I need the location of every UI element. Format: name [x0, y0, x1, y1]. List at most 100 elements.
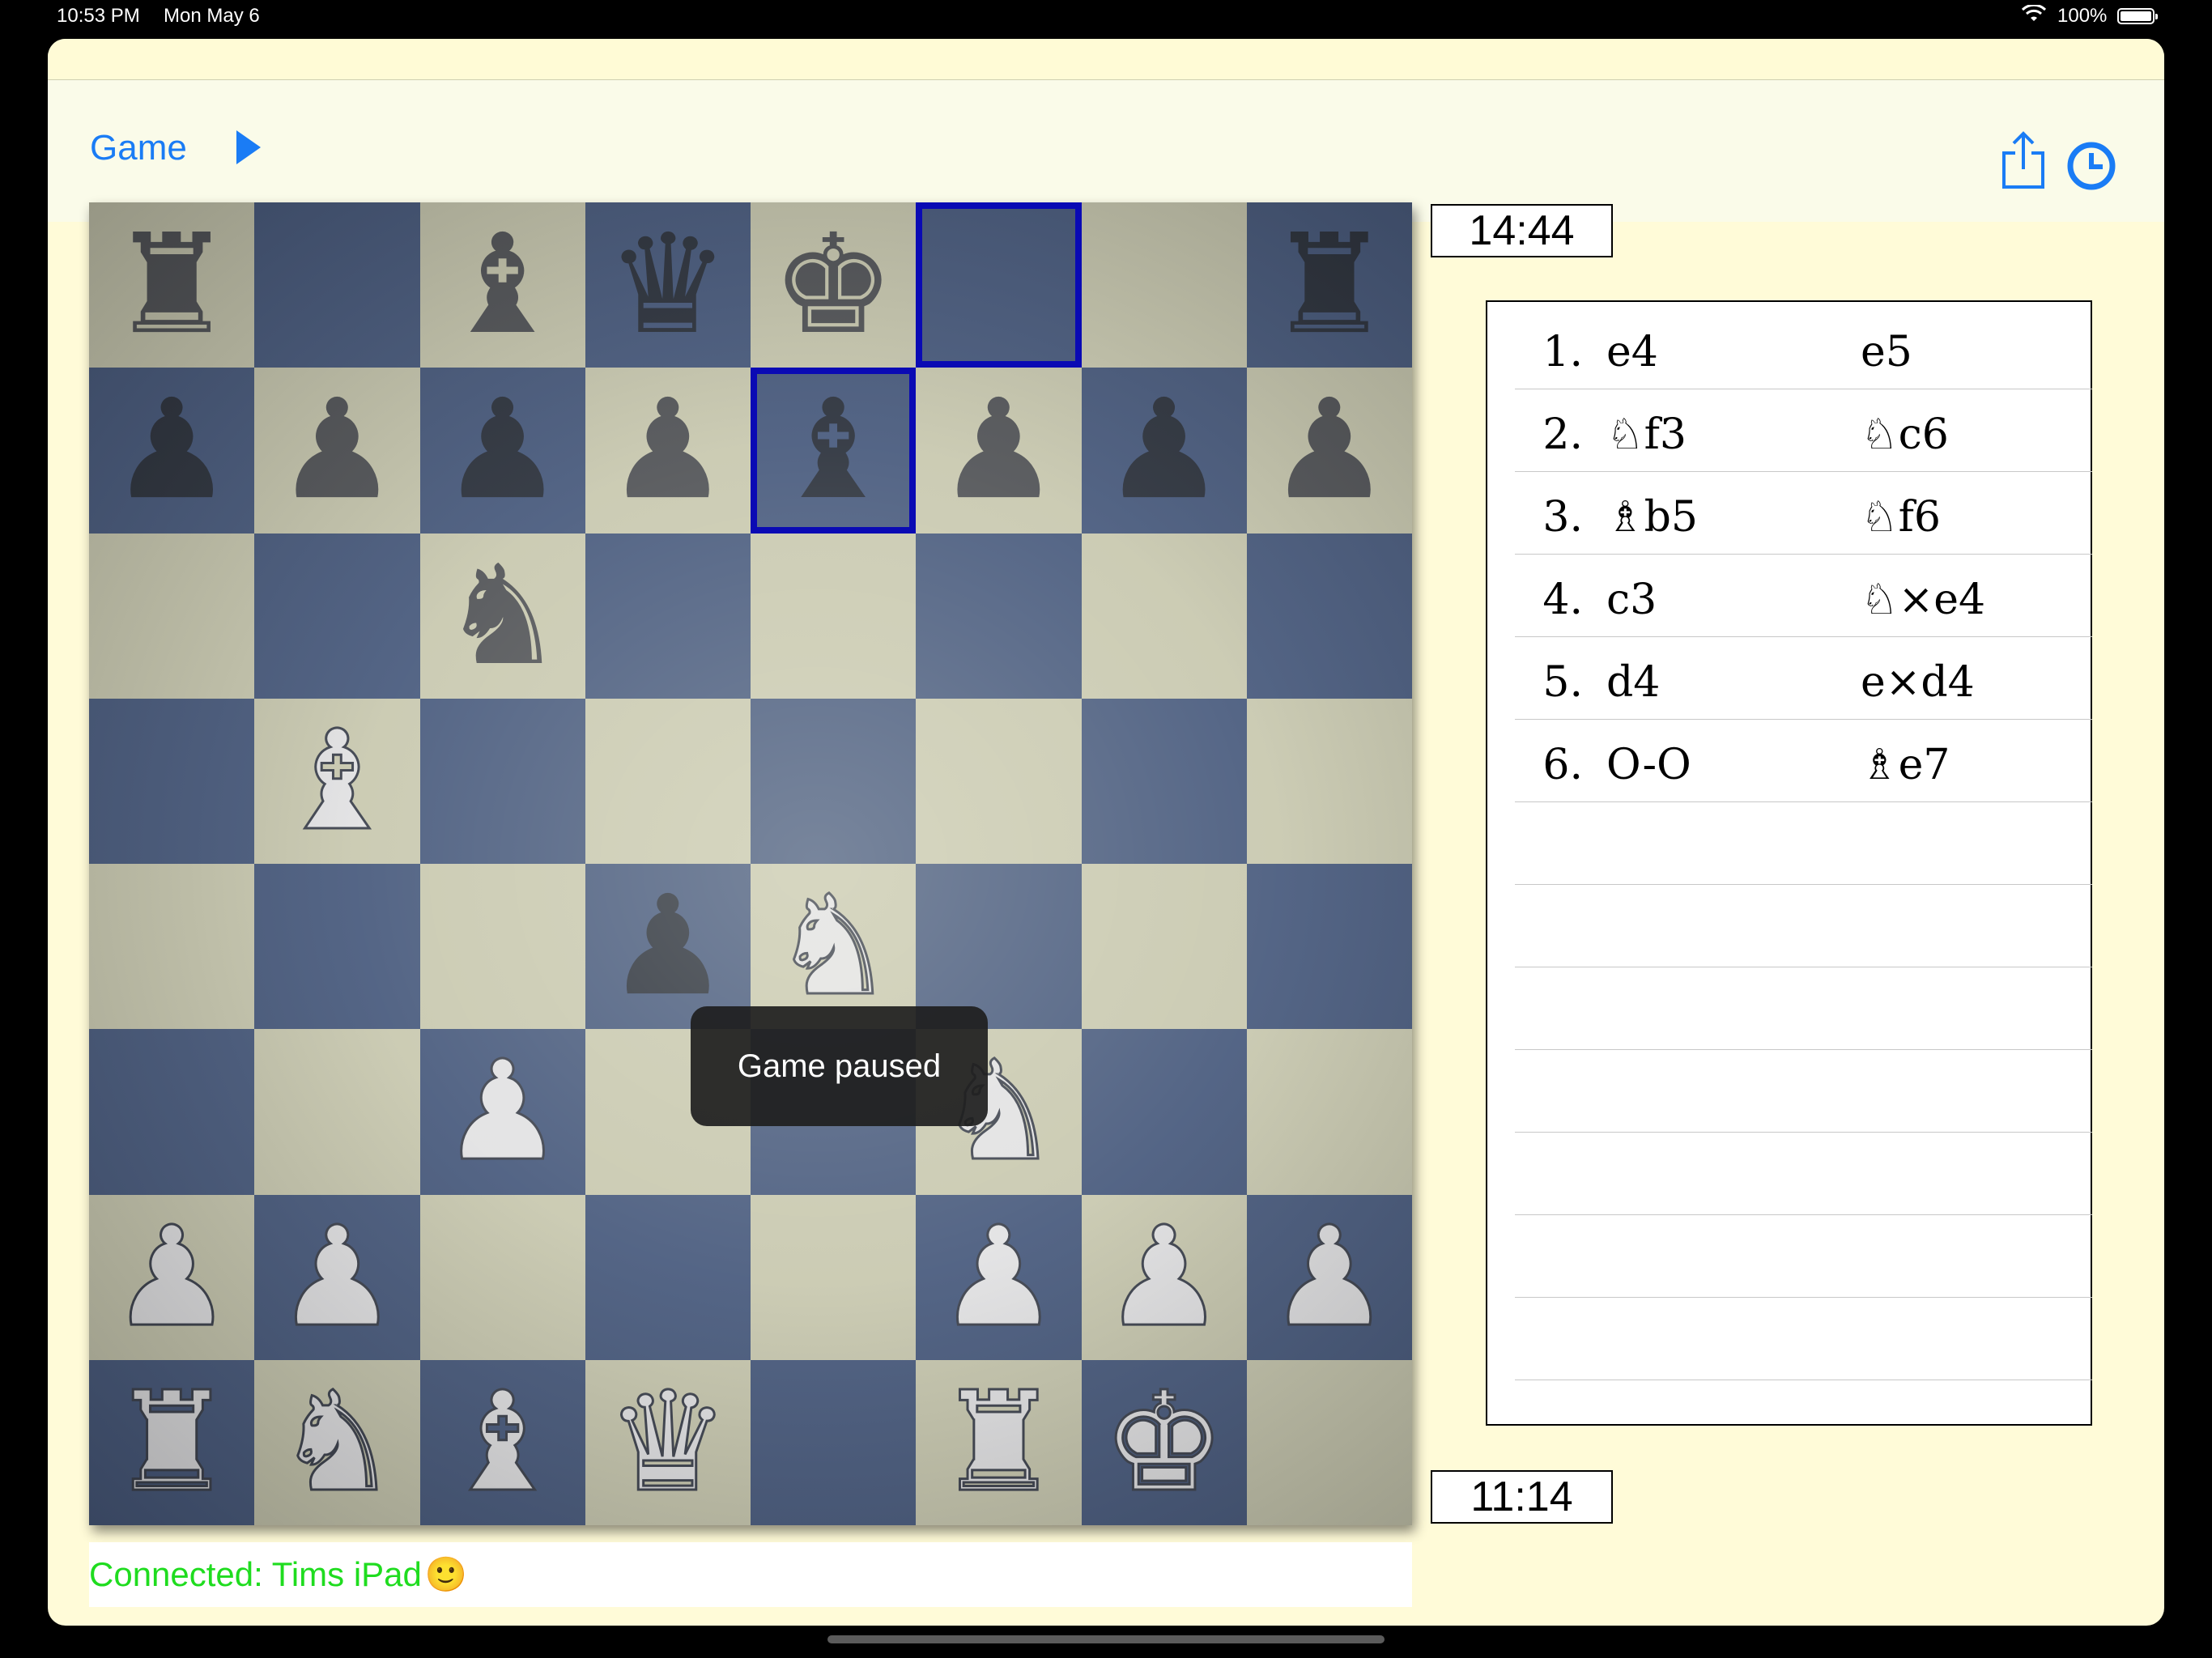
black-rook-icon[interactable]: ♜	[1247, 202, 1412, 368]
square-c1[interactable]: ♝	[419, 1359, 585, 1525]
square-h4[interactable]	[1246, 864, 1412, 1030]
square-c4[interactable]	[419, 864, 585, 1030]
square-f4[interactable]	[916, 864, 1082, 1030]
square-b6[interactable]	[254, 533, 420, 699]
white-king-icon[interactable]: ♚	[1082, 1360, 1247, 1525]
square-e2[interactable]	[751, 1194, 917, 1360]
square-d6[interactable]	[585, 533, 751, 699]
square-c2[interactable]	[419, 1194, 585, 1360]
move-row[interactable]: 4. c3 ♘×e4	[1515, 555, 2092, 637]
black-knight-icon[interactable]: ♞	[420, 534, 585, 699]
move-row[interactable]	[1515, 1298, 2092, 1380]
white-pawn-icon[interactable]: ♟	[1247, 1195, 1412, 1360]
square-h8[interactable]: ♜	[1246, 202, 1412, 368]
square-b1[interactable]: ♞	[254, 1359, 420, 1525]
move-list[interactable]: 1. e4 e5 2. ♘f3 ♘c6 3. ♗b5 ♘f6 4. c3 ♘×e4 5. d4 e×d4 6.…	[1486, 300, 2092, 1426]
move-row[interactable]: 3. ♗b5 ♘f6	[1515, 472, 2092, 555]
square-h5[interactable]	[1246, 698, 1412, 864]
square-g8[interactable]	[1081, 202, 1247, 368]
move-row[interactable]: 1. e4 e5	[1515, 307, 2092, 389]
move-row[interactable]	[1515, 1050, 2092, 1133]
move-row[interactable]: 6. O-O ♗e7	[1515, 720, 2092, 802]
square-d5[interactable]	[585, 698, 751, 864]
black-pawn-icon[interactable]: ♟	[254, 368, 419, 533]
square-c6[interactable]: ♞	[419, 533, 585, 699]
square-a5[interactable]	[89, 698, 255, 864]
white-rook-icon[interactable]: ♜	[89, 1360, 254, 1525]
square-d2[interactable]	[585, 1194, 751, 1360]
square-f7[interactable]: ♟	[916, 368, 1082, 534]
square-e1[interactable]	[751, 1359, 917, 1525]
square-b8[interactable]	[254, 202, 420, 368]
square-d4[interactable]: ♟	[585, 864, 751, 1030]
square-g2[interactable]: ♟	[1081, 1194, 1247, 1360]
square-a1[interactable]: ♜	[89, 1359, 255, 1525]
square-f6[interactable]	[916, 533, 1082, 699]
square-b3[interactable]	[254, 1029, 420, 1195]
black-pawn-icon[interactable]: ♟	[1247, 368, 1412, 533]
square-g7[interactable]: ♟	[1081, 368, 1247, 534]
black-pawn-icon[interactable]: ♟	[585, 368, 751, 533]
square-f1[interactable]: ♜	[916, 1359, 1082, 1525]
square-g3[interactable]	[1081, 1029, 1247, 1195]
white-pawn-icon[interactable]: ♟	[254, 1195, 419, 1360]
share-icon[interactable]	[1999, 129, 2048, 190]
square-c5[interactable]	[419, 698, 585, 864]
square-b2[interactable]: ♟	[254, 1194, 420, 1360]
square-e4[interactable]: ♞	[751, 864, 917, 1030]
play-icon[interactable]	[232, 127, 264, 168]
square-g4[interactable]	[1081, 864, 1247, 1030]
white-bishop-icon[interactable]: ♝	[420, 1360, 585, 1525]
white-bishop-icon[interactable]: ♝	[254, 699, 419, 864]
black-queen-icon[interactable]: ♛	[585, 202, 751, 368]
square-g6[interactable]	[1081, 533, 1247, 699]
white-pawn-icon[interactable]: ♟	[1082, 1195, 1247, 1360]
white-knight-icon[interactable]: ♞	[254, 1360, 419, 1525]
clock-icon[interactable]	[2065, 140, 2117, 192]
square-a2[interactable]: ♟	[89, 1194, 255, 1360]
square-g5[interactable]	[1081, 698, 1247, 864]
square-a6[interactable]	[89, 533, 255, 699]
white-pawn-icon[interactable]: ♟	[89, 1195, 254, 1360]
square-b7[interactable]: ♟	[254, 368, 420, 534]
move-row[interactable]	[1515, 1133, 2092, 1215]
square-b4[interactable]	[254, 864, 420, 1030]
game-menu-button[interactable]: Game	[90, 128, 187, 168]
black-king-icon[interactable]: ♚	[751, 202, 916, 368]
square-h1[interactable]	[1246, 1359, 1412, 1525]
black-pawn-icon[interactable]: ♟	[916, 368, 1081, 533]
move-row[interactable]: 2. ♘f3 ♘c6	[1515, 389, 2092, 472]
square-h6[interactable]	[1246, 533, 1412, 699]
black-pawn-icon[interactable]: ♟	[1082, 368, 1247, 533]
chess-board[interactable]: ♜ ♝ ♛ ♚ ♜ ♟ ♟ ♟ ♟ ♝ ♟ ♟ ♟ ♞ ♝ ♟ ♞ ♟ ♞ ♟ ♟ ♟ ♟ ♟ ♜ ♞ ♝ ♛ ♜ ♚ Game paus…	[89, 202, 1412, 1525]
black-bishop-icon[interactable]: ♝	[420, 202, 585, 368]
square-g1[interactable]: ♚	[1081, 1359, 1247, 1525]
home-indicator[interactable]	[827, 1635, 1385, 1643]
square-a7[interactable]: ♟	[89, 368, 255, 534]
move-row[interactable]	[1515, 802, 2092, 885]
square-c8[interactable]: ♝	[419, 202, 585, 368]
white-rook-icon[interactable]: ♜	[916, 1360, 1081, 1525]
white-pawn-icon[interactable]: ♟	[916, 1195, 1081, 1360]
square-h2[interactable]: ♟	[1246, 1194, 1412, 1360]
square-h7[interactable]: ♟	[1246, 368, 1412, 534]
square-e6[interactable]	[751, 533, 917, 699]
black-pawn-icon[interactable]: ♟	[585, 864, 751, 1029]
white-knight-icon[interactable]: ♞	[751, 864, 916, 1029]
move-row[interactable]: 5. d4 e×d4	[1515, 637, 2092, 720]
move-row[interactable]	[1515, 1215, 2092, 1298]
square-c3[interactable]: ♟	[419, 1029, 585, 1195]
white-pawn-icon[interactable]: ♟	[420, 1029, 585, 1194]
square-a3[interactable]	[89, 1029, 255, 1195]
square-c7[interactable]: ♟	[419, 368, 585, 534]
square-f5[interactable]	[916, 698, 1082, 864]
square-e8[interactable]: ♚	[751, 202, 917, 368]
black-pawn-icon[interactable]: ♟	[89, 368, 254, 533]
square-e5[interactable]	[751, 698, 917, 864]
white-queen-icon[interactable]: ♛	[585, 1360, 751, 1525]
square-d8[interactable]: ♛	[585, 202, 751, 368]
black-pawn-icon[interactable]: ♟	[420, 368, 585, 533]
move-row[interactable]	[1515, 967, 2092, 1050]
move-row[interactable]	[1515, 885, 2092, 967]
square-b5[interactable]: ♝	[254, 698, 420, 864]
